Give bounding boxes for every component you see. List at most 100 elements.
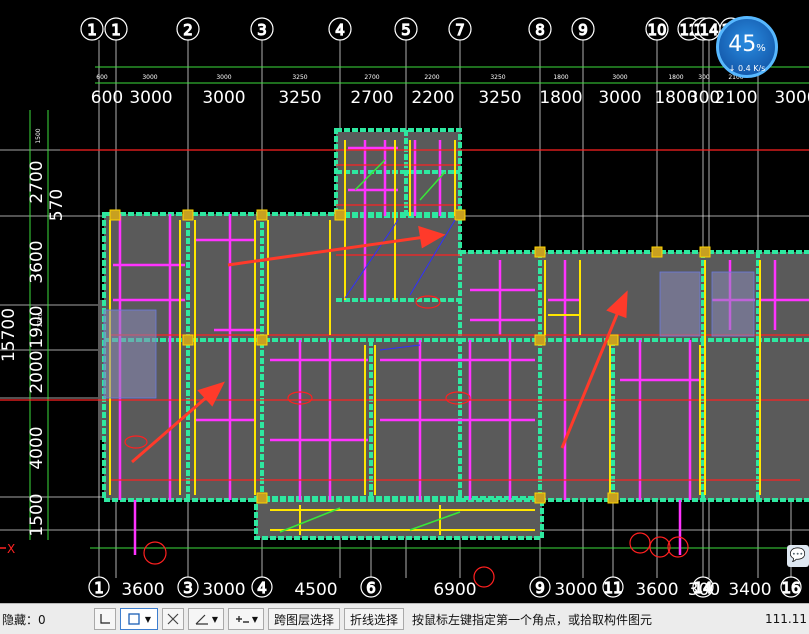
offset-icon xyxy=(235,616,249,623)
top-dimension-small-text: 3000 xyxy=(216,74,231,81)
network-speed-label: ↓ 0.4 K/s xyxy=(728,64,766,73)
angle-snap-dropdown[interactable]: ▼ xyxy=(188,608,224,630)
top-dimension-text: 3000 xyxy=(202,88,245,108)
bottom-axis-bubble: 9 xyxy=(529,576,551,598)
chevron-down-icon: ▼ xyxy=(251,614,259,624)
top-dimension-text: 3000 xyxy=(774,88,809,108)
axis-label-text: 1 xyxy=(111,21,121,39)
chevron-down-icon: ▼ xyxy=(144,614,152,624)
bottom-axis-bubble: 4 xyxy=(251,576,273,598)
top-dimension-text: 3250 xyxy=(278,88,321,108)
axis-label-text: 3 xyxy=(183,579,193,597)
left-dimension-text: 2700 xyxy=(27,160,47,203)
bottom-axis-bubble: 11 xyxy=(602,576,624,598)
top-axis-bubble: 5 xyxy=(394,17,418,41)
top-dimension-small-text: 300 xyxy=(698,74,710,81)
axis-label-text: 7 xyxy=(455,21,465,39)
coordinate-readout: 111.11 xyxy=(765,612,807,626)
bottom-axis-bubble: 6 xyxy=(360,576,382,598)
axis-label-text: 4 xyxy=(257,579,267,597)
cross-snap-button[interactable] xyxy=(162,608,184,630)
bottom-dimension-text: 300 xyxy=(688,580,720,600)
left-dimension-small-text: 1720 xyxy=(37,312,44,327)
axis-label-text: 5 xyxy=(401,21,411,39)
top-axis-bubble: 4 xyxy=(328,17,352,41)
chevron-down-icon: ▼ xyxy=(211,614,219,624)
left-dimension-text: 3600 xyxy=(27,240,47,283)
bottom-axis-bubble: 16 xyxy=(780,576,802,598)
top-dimension-small-text: 3250 xyxy=(292,74,307,81)
cad-drawing-canvas[interactable]: 1123457891012131415 13469111416 xyxy=(0,0,809,603)
axis-label-text: 8 xyxy=(535,21,545,39)
select-mode-dropdown[interactable]: ▼ xyxy=(120,608,158,630)
network-percent: 45% xyxy=(728,32,766,57)
top-dimension-text: 2200 xyxy=(411,88,454,108)
top-dimension-text: 600 xyxy=(91,88,123,108)
hidden-count-label: 隐藏：0 xyxy=(2,612,46,627)
top-axis-bubble: 9 xyxy=(571,17,595,41)
bottom-dimension-text: 6900 xyxy=(433,580,476,600)
top-dimension-small-text: 3000 xyxy=(612,74,627,81)
left-dimension-text: 4000 xyxy=(27,426,47,469)
left-dimension-small-text: 1500 xyxy=(35,128,42,143)
axis-label-text: 3 xyxy=(257,21,267,39)
top-dimension-small-text: 2200 xyxy=(424,74,439,81)
top-dimension-small-text: 2700 xyxy=(364,74,379,81)
bottom-dimension-text: 3600 xyxy=(121,580,164,600)
left-dimension-text: 15700 xyxy=(0,308,19,362)
axis-label-text: 6 xyxy=(366,579,376,597)
offset-snap-dropdown[interactable]: ▼ xyxy=(228,608,264,630)
ortho-mode-button[interactable] xyxy=(94,608,116,630)
top-axis-bubble: 1 xyxy=(104,17,128,41)
left-dimension-text: 570 xyxy=(47,189,67,221)
top-axis-bubbles: 1123457891012131415 xyxy=(80,17,743,41)
bottom-axis-bubble: 3 xyxy=(177,576,199,598)
chat-bubble-icon[interactable]: 💬 xyxy=(787,545,809,567)
axis-label-text: 10 xyxy=(647,21,666,39)
bottom-dimension-text: 3400 xyxy=(728,580,771,600)
axis-label-text: 1 xyxy=(87,21,97,39)
cross-icon xyxy=(167,613,179,625)
top-dimension-small-text: 3000 xyxy=(142,74,157,81)
top-dimension-text: 1800 xyxy=(539,88,582,108)
axis-label-text: 14 xyxy=(699,21,718,39)
left-dimension-text: 1500 xyxy=(27,493,47,536)
axis-label-text: 16 xyxy=(781,579,800,597)
top-dimension-small-text: 3250 xyxy=(490,74,505,81)
axis-label-text: 11 xyxy=(603,579,622,597)
axis-marker-x: X xyxy=(0,542,15,556)
top-dimension-small-text: 600 xyxy=(96,74,108,81)
rectangle-select-icon xyxy=(128,613,140,625)
axis-label-text: 9 xyxy=(578,21,588,39)
top-dimension-text: 3250 xyxy=(478,88,521,108)
top-axis-bubble: 7 xyxy=(448,17,472,41)
axis-label-text: 2 xyxy=(183,21,193,39)
bottom-dimension-text: 3000 xyxy=(554,580,597,600)
polyline-select-button[interactable]: 折线选择 xyxy=(344,608,405,630)
top-dimension-small-text: 1800 xyxy=(553,74,568,81)
top-dimension-text: 3000 xyxy=(598,88,641,108)
bottom-dimension-text: 3000 xyxy=(202,580,245,600)
top-axis-bubble: 2 xyxy=(176,17,200,41)
bottom-dimension-text: 3600 xyxy=(635,580,678,600)
top-axis-bubble: 3 xyxy=(250,17,274,41)
floor-plan-drawing[interactable]: 1123457891012131415 13469111416 xyxy=(0,0,809,603)
axis-label-text: 9 xyxy=(535,579,545,597)
status-bar: 隐藏：0 ▼ ▼ ▼ 跨图层选择 折线选择 按鼠标左键指定第一个角点，或拾取构件… xyxy=(0,603,809,634)
bottom-dimension-text: 4500 xyxy=(294,580,337,600)
top-dimension-small-text: 1800 xyxy=(668,74,683,81)
top-axis-bubble: 8 xyxy=(528,17,552,41)
left-dimension-text: 2000 xyxy=(27,350,47,393)
top-dimension-text: 2700 xyxy=(350,88,393,108)
command-prompt-text: 按鼠标左键指定第一个角点，或拾取构件图元 xyxy=(412,612,653,627)
top-dimension-text: 3000 xyxy=(129,88,172,108)
cross-layer-select-button[interactable]: 跨图层选择 xyxy=(268,608,341,630)
svg-text:X: X xyxy=(7,542,15,556)
top-axis-bubble: 10 xyxy=(645,17,669,41)
ortho-icon xyxy=(100,614,110,624)
top-dimension-text: 2100 xyxy=(714,88,757,108)
bottom-axis-bubble: 1 xyxy=(88,576,110,598)
axis-label-text: 1 xyxy=(94,579,104,597)
angle-icon xyxy=(195,614,208,625)
network-speed-widget[interactable]: 45% ↓ 0.4 K/s xyxy=(716,16,778,78)
